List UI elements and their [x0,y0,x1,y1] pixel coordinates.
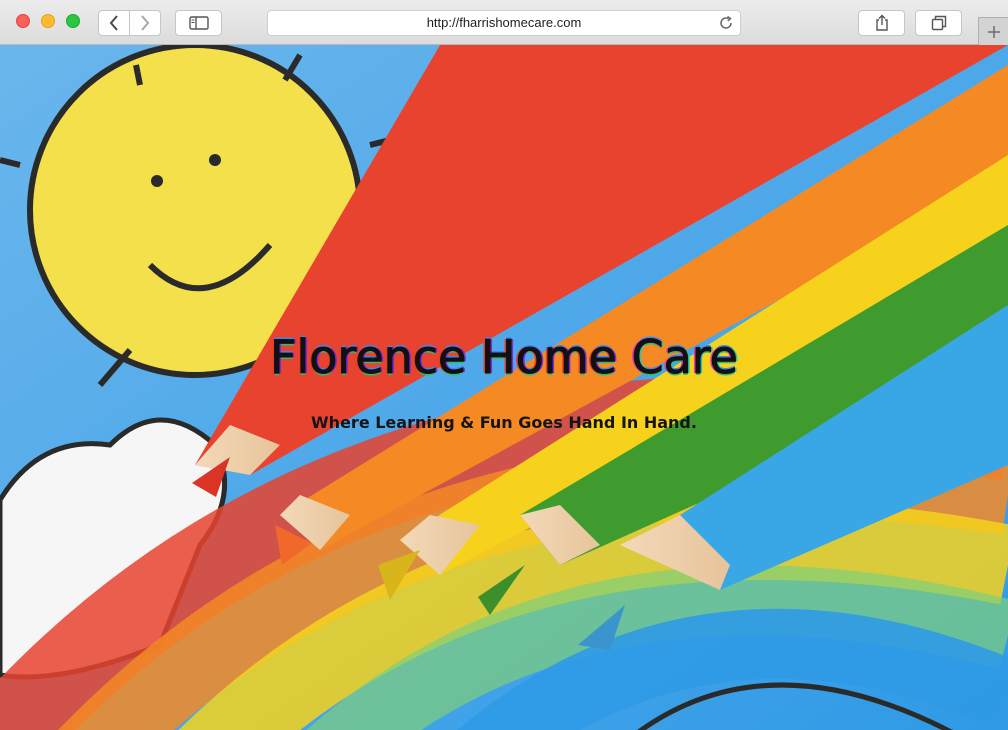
chevron-left-icon [109,15,118,31]
plus-icon [987,25,1000,38]
site-tagline: Where Learning & Fun Goes Hand In Hand. [311,413,697,432]
site-title-part-2: Care [631,330,739,385]
site-title-part-1: Florence Home [270,330,632,385]
chevron-right-icon [141,15,150,31]
show-all-tabs-button[interactable] [915,10,962,36]
browser-toolbar: http://fharrishomecare.com [0,0,1008,45]
share-button[interactable] [858,10,905,36]
forward-button[interactable] [130,10,161,36]
minimize-window-button[interactable] [41,14,55,28]
new-tab-button[interactable] [978,17,1008,45]
hero-section: Florence Home Care Where Learning & Fun … [0,45,1008,730]
sidebar-toggle-button[interactable] [175,10,222,36]
hero-illustration [0,45,1008,730]
sidebar-icon [188,16,209,30]
close-window-button[interactable] [16,14,30,28]
url-text: http://fharrishomecare.com [426,15,582,30]
history-navigation [98,10,161,36]
site-title: Florence Home Care [0,330,1008,385]
reload-icon[interactable] [718,15,734,31]
tabs-overview-icon [931,15,946,31]
back-button[interactable] [98,10,130,36]
zoom-window-button[interactable] [66,14,80,28]
share-icon [875,14,888,31]
address-bar[interactable]: http://fharrishomecare.com [267,10,741,36]
